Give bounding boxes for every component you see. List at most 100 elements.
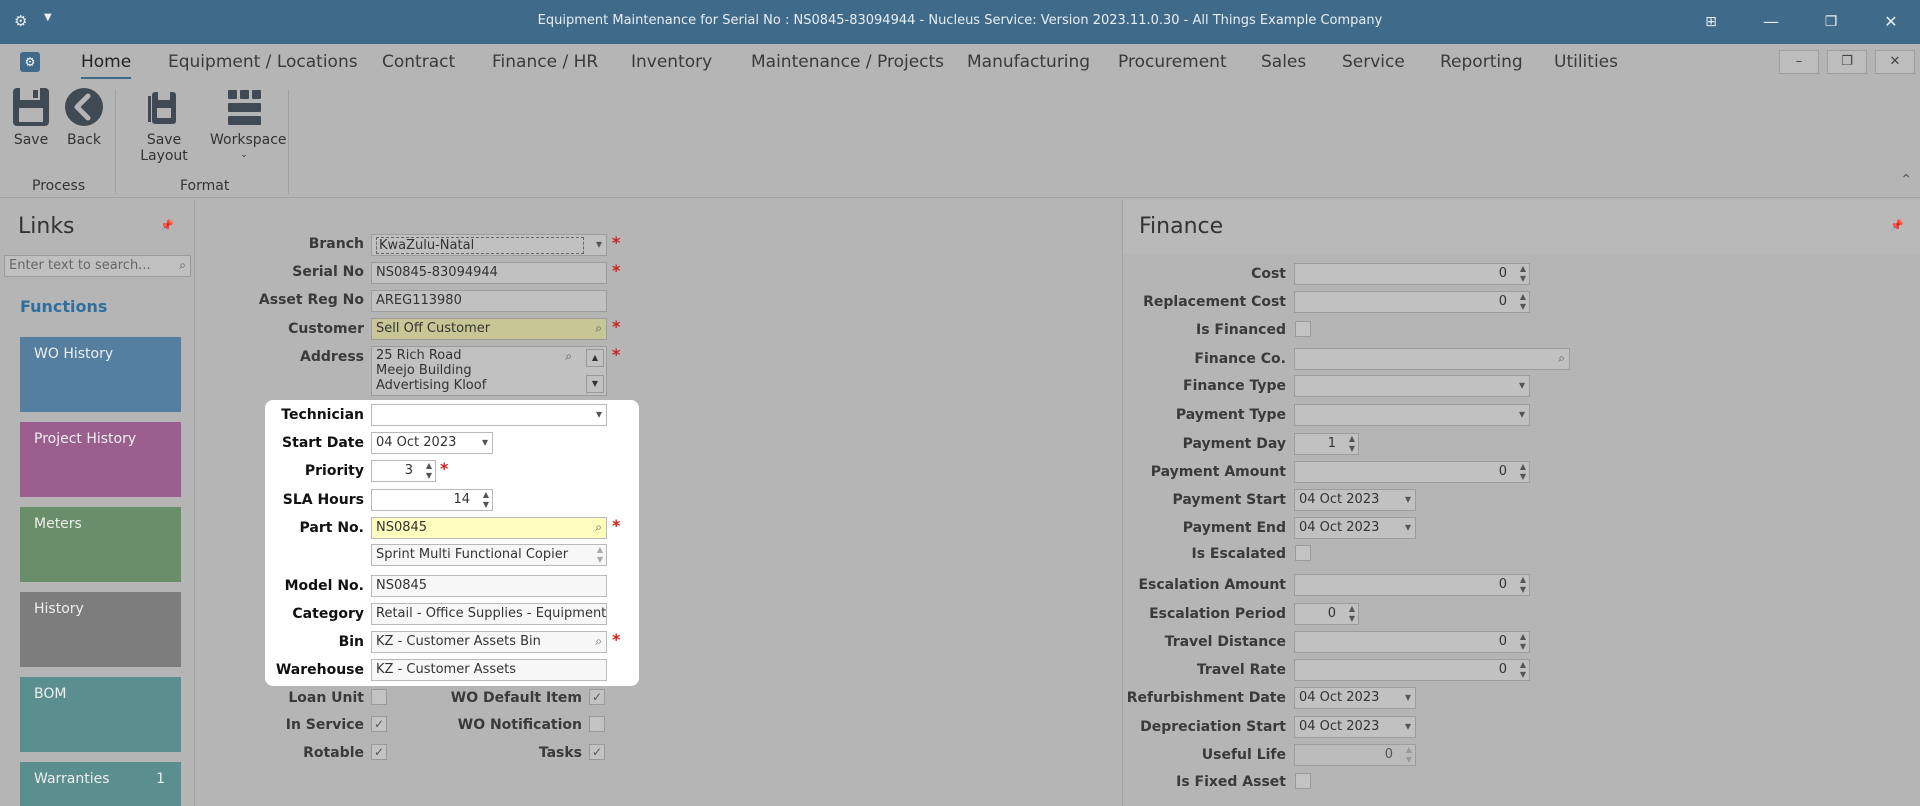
part-no-lookup[interactable]: NS0845 ⌕ <box>371 517 607 539</box>
search-icon[interactable]: ⌕ <box>179 258 186 273</box>
travel-distance-field[interactable]: 0 ▲ ▼ <box>1294 631 1530 653</box>
title-bar: ⚙ ▼ Equipment Maintenance for Serial No … <box>0 0 1920 44</box>
start-date-picker[interactable]: 04 Oct 2023 ▾ <box>371 432 493 454</box>
replacement-cost-field[interactable]: 0 ▲ ▼ <box>1294 291 1530 313</box>
tasks-checkbox[interactable]: ✓ <box>589 744 605 760</box>
payment-start-picker[interactable]: 04 Oct 2023 ▾ <box>1294 489 1416 511</box>
save-button[interactable]: Save <box>10 86 52 148</box>
escalation-amount-field[interactable]: 0 ▲ ▼ <box>1294 574 1530 596</box>
menu-home[interactable]: Home <box>81 52 132 79</box>
spinner-icon[interactable]: ▲ ▼ <box>426 461 432 481</box>
layout-icon[interactable]: ⊞ <box>1696 8 1726 36</box>
window-title: Equipment Maintenance for Serial No : NS… <box>537 13 1383 28</box>
spinner-icon[interactable]: ▲ ▼ <box>1520 264 1526 284</box>
payment-type-select[interactable]: ▾ <box>1294 404 1530 426</box>
category-field[interactable]: Retail - Office Supplies - Equipment <box>371 603 607 625</box>
serial-no-field[interactable]: NS0845-83094944 <box>371 262 607 284</box>
menu-utilities[interactable]: Utilities <box>1554 52 1618 72</box>
menu-sales[interactable]: Sales <box>1261 52 1306 72</box>
tile-meters[interactable]: Meters <box>20 507 181 582</box>
payment-end-picker[interactable]: 04 Oct 2023 ▾ <box>1294 517 1416 539</box>
model-no-field[interactable]: NS0845 <box>371 575 607 597</box>
menu-inventory[interactable]: Inventory <box>631 52 712 72</box>
menu-manufacturing[interactable]: Manufacturing <box>967 52 1090 72</box>
priority-label: Priority <box>304 463 364 479</box>
priority-stepper[interactable]: 3 ▲ ▼ <box>371 460 436 482</box>
spinner-icon[interactable]: ▲ ▼ <box>1349 434 1355 454</box>
links-search-input[interactable]: Enter text to search... ⌕ <box>4 255 191 277</box>
useful-life-stepper[interactable]: 0 ▲ ▼ <box>1294 744 1416 766</box>
spinner-icon[interactable]: ▲ ▼ <box>1520 575 1526 595</box>
technician-select[interactable]: ▾ <box>371 404 607 426</box>
pin-icon[interactable]: 📌 <box>160 219 174 232</box>
scroll-up-button[interactable]: ▲ <box>586 349 604 367</box>
save-layout-button[interactable]: Save Layout <box>124 86 204 164</box>
address-field[interactable]: 25 Rich Road Meejo Building Advertising … <box>371 346 607 396</box>
app-menu-icon[interactable]: ⚙ <box>20 52 40 72</box>
menu-reporting[interactable]: Reporting <box>1440 52 1523 72</box>
spinner-icon[interactable]: ▲ ▼ <box>1349 604 1355 624</box>
mdi-restore-button[interactable]: ❐ <box>1827 50 1867 74</box>
cost-field[interactable]: 0 ▲ ▼ <box>1294 263 1530 285</box>
refurbishment-date-picker[interactable]: 04 Oct 2023 ▾ <box>1294 687 1416 709</box>
menu-equipment-locations[interactable]: Equipment / Locations <box>168 52 358 72</box>
sla-hours-stepper[interactable]: 14 ▲ ▼ <box>371 489 493 511</box>
search-icon[interactable]: ⌕ <box>595 321 602 336</box>
tile-bom[interactable]: BOM <box>20 677 181 752</box>
depreciation-start-picker[interactable]: 04 Oct 2023 ▾ <box>1294 716 1416 738</box>
spinner-icon[interactable]: ▲ ▼ <box>1520 660 1526 680</box>
minimize-button[interactable]: — <box>1756 8 1786 36</box>
customer-lookup[interactable]: Sell Off Customer ⌕ <box>371 318 607 340</box>
is-fixed-asset-checkbox[interactable] <box>1295 773 1311 789</box>
finance-type-select[interactable]: ▾ <box>1294 375 1530 397</box>
escalation-period-stepper[interactable]: 0 ▲ ▼ <box>1294 603 1359 625</box>
warehouse-field[interactable]: KZ - Customer Assets <box>371 659 607 681</box>
mdi-close-button[interactable]: ✕ <box>1875 50 1915 74</box>
close-button[interactable]: ✕ <box>1876 8 1906 36</box>
tile-warranties[interactable]: Warranties 1 <box>20 762 181 806</box>
required-indicator: * <box>612 345 621 364</box>
ribbon-separator <box>288 90 289 194</box>
search-icon[interactable]: ⌕ <box>565 349 572 364</box>
wo-notification-checkbox[interactable] <box>589 716 605 732</box>
is-escalated-checkbox[interactable] <box>1295 545 1311 561</box>
back-button[interactable]: Back <box>64 86 104 148</box>
spinner-icon[interactable]: ▲ ▼ <box>1520 632 1526 652</box>
tile-wo-history[interactable]: WO History <box>20 337 181 412</box>
collapse-ribbon-icon[interactable]: ⌃ <box>1900 172 1912 188</box>
spinner-icon[interactable]: ▲ ▼ <box>1520 292 1526 312</box>
search-icon[interactable]: ⌕ <box>595 520 602 535</box>
pin-icon[interactable]: 📌 <box>1890 219 1904 232</box>
payment-amount-field[interactable]: 0 ▲ ▼ <box>1294 461 1530 483</box>
rotable-checkbox[interactable]: ✓ <box>371 744 387 760</box>
branch-select[interactable]: KwaZulu-Natal ▾ <box>371 234 607 256</box>
escalation-period-label: Escalation Period <box>1149 606 1286 622</box>
tile-project-history[interactable]: Project History <box>20 422 181 497</box>
restore-button[interactable]: ❐ <box>1816 8 1846 36</box>
menu-maintenance-projects[interactable]: Maintenance / Projects <box>751 52 944 72</box>
menu-service[interactable]: Service <box>1342 52 1405 72</box>
wo-default-item-checkbox[interactable]: ✓ <box>589 689 605 705</box>
bin-lookup[interactable]: KZ - Customer Assets Bin ⌕ <box>371 631 607 653</box>
part-description-field[interactable]: Sprint Multi Functional Copier ▲ ▼ <box>371 544 607 566</box>
tile-history[interactable]: History <box>20 592 181 667</box>
menu-procurement[interactable]: Procurement <box>1118 52 1227 72</box>
category-label: Category <box>292 606 364 622</box>
mdi-minimize-button[interactable]: – <box>1779 50 1819 74</box>
search-icon[interactable]: ⌕ <box>1558 351 1565 366</box>
workspace-button[interactable]: Workspace ⌄ <box>210 86 287 160</box>
travel-rate-field[interactable]: 0 ▲ ▼ <box>1294 659 1530 681</box>
payment-day-stepper[interactable]: 1 ▲ ▼ <box>1294 433 1359 455</box>
back-label: Back <box>67 132 101 148</box>
asset-reg-no-field[interactable]: AREG113980 <box>371 290 607 312</box>
menu-finance-hr[interactable]: Finance / HR <box>492 52 598 72</box>
finance-co-lookup[interactable]: ⌕ <box>1294 348 1570 370</box>
scroll-down-button[interactable]: ▼ <box>586 375 604 393</box>
spinner-icon[interactable]: ▲ ▼ <box>1520 462 1526 482</box>
is-financed-checkbox[interactable] <box>1295 321 1311 337</box>
spinner-icon[interactable]: ▲ ▼ <box>483 490 489 510</box>
in-service-checkbox[interactable]: ✓ <box>371 716 387 732</box>
loan-unit-checkbox[interactable] <box>371 689 387 705</box>
menu-contract[interactable]: Contract <box>382 52 455 72</box>
search-icon[interactable]: ⌕ <box>595 634 602 649</box>
